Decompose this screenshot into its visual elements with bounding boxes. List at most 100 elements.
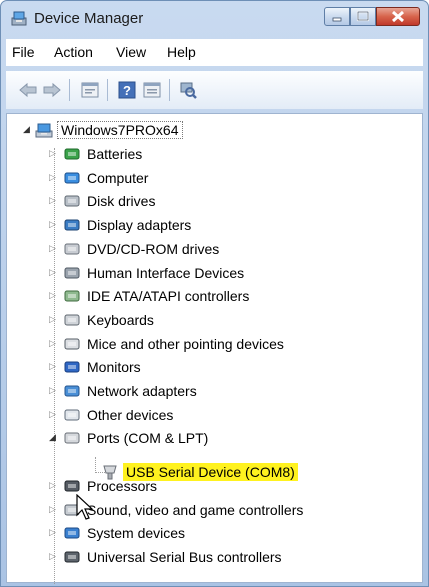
tree-item-label: Ports (COM & LPT) [87, 430, 209, 447]
expand-arrow-icon[interactable]: ▷ [49, 504, 56, 515]
expand-arrow-icon[interactable]: ▷ [49, 243, 56, 254]
toolbar: ? [6, 71, 423, 109]
window-title: Device Manager [34, 10, 144, 27]
root-label: Windows7PROx64 [57, 121, 183, 139]
tree-item-label: Monitors [87, 359, 141, 376]
usb-icon [64, 551, 80, 563]
tree-item-sound-video-and-game-controllers[interactable]: ▷ Sound, video and game controllers [49, 499, 305, 521]
expand-arrow-icon[interactable]: ▷ [49, 172, 56, 183]
caption-buttons [324, 7, 420, 27]
maximize-icon [356, 10, 370, 22]
computer-root-icon [35, 123, 53, 138]
tree-item-batteries[interactable]: ▷ Batteries [49, 143, 144, 165]
device-manager-icon [11, 11, 27, 26]
tree-item-system-devices[interactable]: ▷ System devices [49, 522, 187, 544]
port-icon [64, 432, 80, 444]
tree-item-display-adapters[interactable]: ▷ Display adapters [49, 214, 193, 236]
tree-item-ports-com-lpt[interactable]: ◢ Ports (COM & LPT) [49, 427, 210, 449]
tree-item-network-adapters[interactable]: ▷ Network adapters [49, 380, 199, 402]
tree-item-label: IDE ATA/ATAPI controllers [87, 288, 250, 305]
tree-item-dvd-cd-rom-drives[interactable]: ▷ DVD/CD-ROM drives [49, 238, 221, 260]
device-manager-window: Device Manager File Action View Help ? ◢… [0, 0, 429, 587]
tree-item-label: USB Serial Device (COM8) [123, 463, 298, 481]
tree-item-label: Computer [87, 169, 149, 186]
scan-hardware-icon[interactable] [178, 80, 198, 100]
expand-arrow-icon[interactable]: ▷ [49, 195, 56, 206]
tree-item-label: Human Interface Devices [87, 264, 245, 281]
menu-action[interactable]: Action [54, 44, 93, 60]
help-icon[interactable]: ? [117, 80, 137, 100]
toolbar-separator [169, 79, 170, 101]
monitor-icon [64, 361, 80, 373]
tree-item-label: System devices [87, 525, 186, 542]
minimize-button[interactable] [324, 7, 350, 26]
maximize-button[interactable] [350, 7, 376, 26]
expand-arrow-icon[interactable]: ▷ [49, 551, 56, 562]
tree-item-label: Disk drives [87, 193, 156, 210]
expand-arrow-icon[interactable]: ▷ [49, 338, 56, 349]
expand-arrow-icon[interactable]: ▷ [49, 480, 56, 491]
close-button[interactable] [376, 7, 420, 26]
display-adapter-icon [64, 219, 80, 231]
tree-item-label: Mice and other pointing devices [87, 335, 284, 352]
processor-icon [64, 480, 80, 492]
menu-bar: File Action View Help [6, 39, 423, 66]
menu-view[interactable]: View [116, 44, 146, 60]
tree-item-label: Universal Serial Bus controllers [87, 548, 282, 565]
tree-line [95, 457, 96, 473]
battery-icon [64, 148, 80, 160]
tree-item-disk-drives[interactable]: ▷ Disk drives [49, 190, 157, 212]
tree-item-usb-serial-device[interactable]: USB Serial Device (COM8) [101, 461, 298, 483]
computer-icon [64, 172, 80, 184]
expand-arrow-icon[interactable]: ▷ [49, 361, 56, 372]
keyboard-icon [64, 314, 80, 326]
expand-arrow-icon[interactable]: ▷ [49, 267, 56, 278]
tree-item-computer[interactable]: ▷ Computer [49, 167, 150, 189]
tree-item-ide-ata-atapi-controllers[interactable]: ▷ IDE ATA/ATAPI controllers [49, 285, 251, 307]
mouse-cursor-icon [76, 494, 94, 520]
tree-item-label: Network adapters [87, 383, 197, 399]
tree-item-label: Batteries [87, 146, 143, 162]
properties-icon[interactable] [80, 80, 100, 100]
expand-arrow-icon[interactable]: ▷ [49, 385, 56, 396]
expand-arrow-icon[interactable]: ▷ [49, 219, 56, 230]
tree-item-universal-serial-bus-controllers[interactable]: ▷ Universal Serial Bus controllers [49, 546, 284, 568]
menu-file[interactable]: File [12, 44, 35, 60]
toolbar-separator [69, 79, 70, 101]
svg-text:?: ? [123, 83, 131, 98]
tree-item-mice-and-other-pointing-devices[interactable]: ▷ Mice and other pointing devices [49, 333, 286, 355]
expand-arrow-icon[interactable]: ▷ [49, 290, 56, 301]
mouse-icon [64, 338, 80, 350]
menu-help[interactable]: Help [167, 44, 196, 60]
tree-item-label: Keyboards [87, 311, 154, 328]
tree-item-human-interface-devices[interactable]: ▷ Human Interface Devices [49, 262, 246, 284]
tree-item-keyboards[interactable]: ▷ Keyboards [49, 309, 156, 331]
minimize-icon [332, 17, 342, 22]
expand-arrow-icon[interactable]: ▷ [49, 409, 56, 420]
tree-item-label: Other devices [87, 406, 174, 423]
collapse-arrow-icon[interactable]: ◢ [49, 432, 56, 443]
hid-icon [64, 267, 80, 278]
update-driver-icon[interactable] [142, 80, 162, 100]
close-icon [391, 10, 405, 23]
ide-controller-icon [64, 290, 80, 302]
disk-drive-icon [64, 195, 80, 207]
expand-arrow-icon[interactable]: ▷ [49, 148, 56, 159]
tree-item-label: DVD/CD-ROM drives [87, 240, 220, 257]
title-bar[interactable]: Device Manager [1, 1, 428, 35]
serial-port-icon [103, 465, 117, 480]
tree-root[interactable]: ◢ Windows7PROx64 [23, 119, 183, 141]
back-icon[interactable] [18, 80, 38, 100]
dvd-drive-icon [64, 243, 80, 255]
tree-item-label: Sound, video and game controllers [87, 501, 304, 518]
network-adapter-icon [64, 385, 80, 397]
tree-item-label: Display adapters [87, 217, 192, 234]
tree-item-monitors[interactable]: ▷ Monitors [49, 356, 143, 378]
forward-icon[interactable] [42, 80, 62, 100]
tree-item-other-devices[interactable]: ▷ Other devices [49, 404, 175, 426]
device-tree: ◢ Windows7PROx64 ▷ Batteries ▷ Computer ▷ Dis… [6, 113, 423, 584]
other-devices-icon [64, 409, 80, 421]
expand-arrow-icon[interactable]: ▷ [49, 314, 56, 325]
collapse-arrow-icon[interactable]: ◢ [23, 124, 30, 135]
expand-arrow-icon[interactable]: ▷ [49, 527, 56, 538]
